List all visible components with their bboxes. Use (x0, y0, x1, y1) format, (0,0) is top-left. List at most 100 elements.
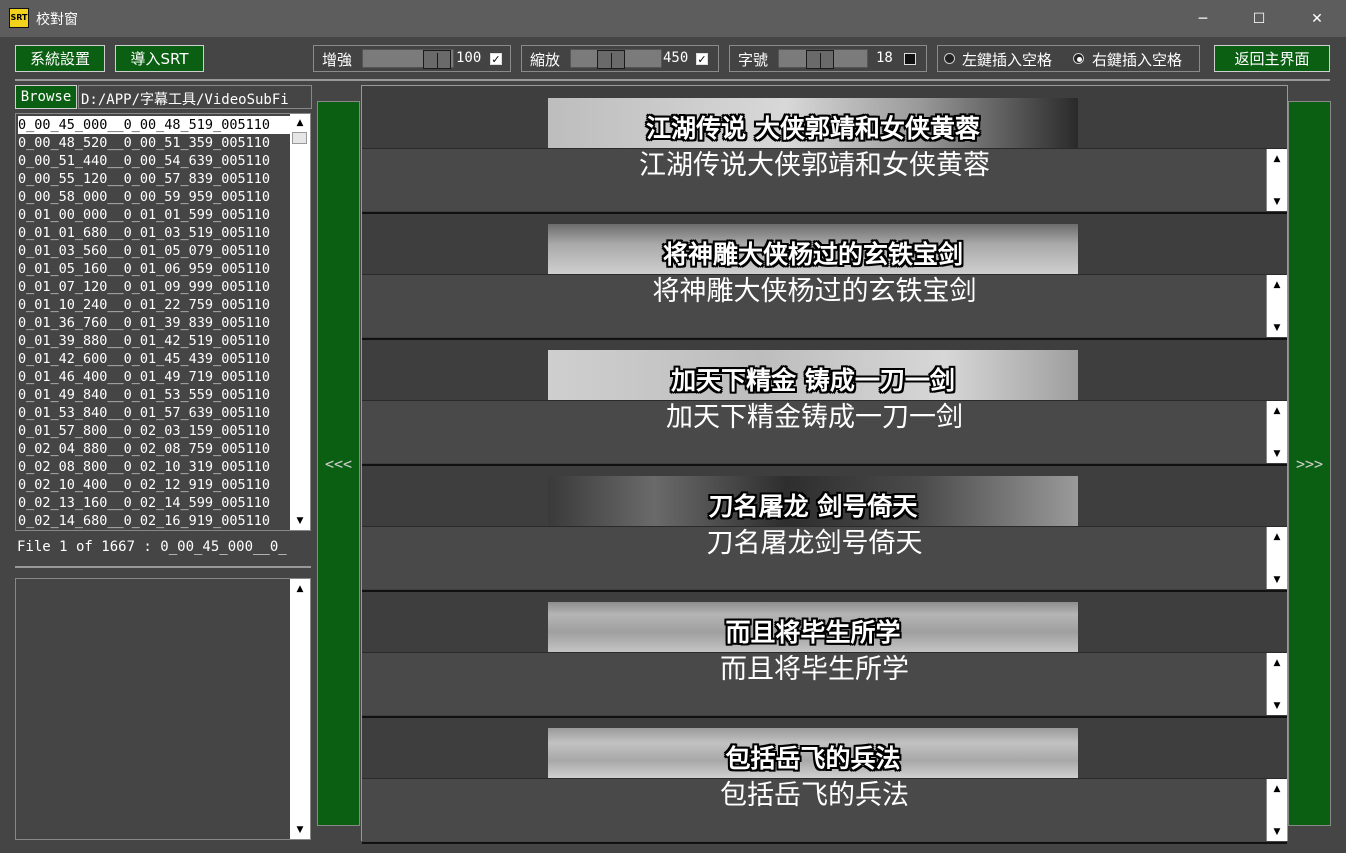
subtitle-text-input[interactable]: 江湖传说大侠郭靖和女侠黄蓉 ▲ ▼ (362, 148, 1287, 211)
subtitle-text[interactable]: 江湖传说大侠郭靖和女侠黄蓉 (362, 149, 1267, 183)
scroll-down-icon[interactable]: ▼ (1268, 319, 1286, 336)
font-size-label: 字號 (738, 51, 769, 69)
file-list-item[interactable]: 0_00_55_120__0_00_57_839_005110 (18, 170, 292, 188)
scroll-up-icon[interactable]: ▲ (1268, 654, 1286, 671)
file-list-item[interactable]: 0_01_53_840__0_01_57_639_005110 (18, 404, 292, 422)
scroll-down-icon[interactable]: ▼ (1268, 823, 1286, 840)
subtitle-text[interactable]: 包括岳飞的兵法 (362, 779, 1267, 813)
zoom-slider[interactable] (570, 49, 662, 69)
subtitle-scrollbar[interactable]: ▲ ▼ (1266, 653, 1287, 715)
subtitle-image-text: 将神雕大侠杨过的玄铁宝剑 (662, 240, 963, 269)
subtitle-review-area: 江湖传说 大侠郭靖和女侠黄蓉 江湖传说大侠郭靖和女侠黄蓉 ▲ ▼ 将神雕大侠杨过的玄铁宝… (361, 85, 1288, 844)
subtitle-row: 而且将毕生所学 而且将毕生所学 ▲ ▼ (362, 590, 1287, 718)
file-list-item[interactable]: 0_01_57_800__0_02_03_159_005110 (18, 422, 292, 440)
file-list-item[interactable]: 0_02_08_800__0_02_10_319_005110 (18, 458, 292, 476)
enhance-slider-thumb[interactable] (423, 50, 451, 69)
scroll-up-icon[interactable]: ▲ (1268, 276, 1286, 293)
subtitle-image: 而且将毕生所学 (548, 602, 1078, 652)
zoom-slider-thumb[interactable] (597, 50, 625, 69)
font-size-slider[interactable] (778, 49, 868, 69)
subtitle-scrollbar[interactable]: ▲ ▼ (1266, 275, 1287, 337)
scroll-up-icon[interactable]: ▲ (1268, 150, 1286, 167)
scroll-up-icon[interactable]: ▲ (291, 580, 309, 597)
scroll-down-icon[interactable]: ▼ (291, 821, 309, 838)
zoom-label: 縮放 (530, 51, 561, 69)
file-list-item[interactable]: 0_01_39_880__0_01_42_519_005110 (18, 332, 292, 350)
enhance-slider[interactable] (362, 49, 454, 69)
subtitle-text[interactable]: 加天下精金铸成一刀一剑 (362, 401, 1267, 435)
font-size-slider-thumb[interactable] (806, 50, 834, 69)
radio-left-label[interactable]: 左鍵插入空格 (962, 49, 1052, 70)
file-list-item[interactable]: 0_00_48_520__0_00_51_359_005110 (18, 134, 292, 152)
scroll-up-icon[interactable]: ▲ (1268, 402, 1286, 419)
file-list-item[interactable]: 0_01_00_000__0_01_01_599_005110 (18, 206, 292, 224)
enhance-value: 100 (456, 50, 482, 66)
path-field[interactable]: D:/APP/字幕工具/VideoSubFi (78, 85, 312, 109)
subtitle-text-input[interactable]: 包括岳飞的兵法 ▲ ▼ (362, 778, 1287, 841)
scroll-up-icon[interactable]: ▲ (291, 114, 309, 131)
enhance-checkbox[interactable]: ✓ (490, 53, 502, 65)
file-list-item[interactable]: 0_01_01_680__0_01_03_519_005110 (18, 224, 292, 242)
file-list-item[interactable]: 0_01_36_760__0_01_39_839_005110 (18, 314, 292, 332)
subtitle-scrollbar[interactable]: ▲ ▼ (1266, 527, 1287, 589)
close-button[interactable]: ✕ (1289, 0, 1345, 37)
subtitle-text-input[interactable]: 刀名屠龙剑号倚天 ▲ ▼ (362, 526, 1287, 589)
subtitle-scrollbar[interactable]: ▲ ▼ (1266, 149, 1287, 211)
app-icon: SRT (9, 8, 29, 28)
subtitle-image: 将神雕大侠杨过的玄铁宝剑 (548, 224, 1078, 274)
subtitle-image-text: 包括岳飞的兵法 (725, 744, 901, 773)
file-list-item[interactable]: 0_01_49_840__0_01_53_559_005110 (18, 386, 292, 404)
scroll-down-icon[interactable]: ▼ (291, 512, 309, 529)
font-size-checkbox[interactable] (904, 53, 916, 65)
file-list-item[interactable]: 0_00_45_000__0_00_48_519_005110 (18, 116, 292, 134)
file-list-item[interactable]: 0_02_14_680__0_02_16_919_005110 (18, 512, 292, 530)
return-main-button[interactable]: 返回主界面 (1214, 45, 1330, 72)
file-list[interactable]: 0_00_45_000__0_00_48_519_005110 0_00_48_5… (15, 113, 311, 531)
file-list-item[interactable]: 0_02_10_400__0_02_12_919_005110 (18, 476, 292, 494)
file-list-item[interactable]: 0_02_13_160__0_02_14_599_005110 (18, 494, 292, 512)
file-list-scrollbar[interactable]: ▲ ▼ (290, 114, 310, 530)
subtitle-text[interactable]: 将神雕大侠杨过的玄铁宝剑 (362, 275, 1267, 309)
file-list-item[interactable]: 0_01_05_160__0_01_06_959_005110 (18, 260, 292, 278)
scroll-down-icon[interactable]: ▼ (1268, 193, 1286, 210)
zoom-checkbox[interactable]: ✓ (696, 53, 708, 65)
maximize-button[interactable]: ☐ (1231, 0, 1287, 37)
subtitle-scrollbar[interactable]: ▲ ▼ (1266, 401, 1287, 463)
file-list-item[interactable]: 0_01_07_120__0_01_09_999_005110 (18, 278, 292, 296)
scroll-down-icon[interactable]: ▼ (1268, 445, 1286, 462)
file-list-item[interactable]: 0_00_58_000__0_00_59_959_005110 (18, 188, 292, 206)
scroll-down-icon[interactable]: ▼ (1268, 571, 1286, 588)
subtitle-image-text: 而且将毕生所学 (725, 618, 901, 647)
subtitle-text-input[interactable]: 而且将毕生所学 ▲ ▼ (362, 652, 1287, 715)
minimize-button[interactable]: ─ (1175, 0, 1231, 37)
subtitle-text-input[interactable]: 加天下精金铸成一刀一剑 ▲ ▼ (362, 400, 1287, 463)
subtitle-image-text: 刀名屠龙 剑号倚天 (708, 492, 918, 521)
scroll-up-icon[interactable]: ▲ (1268, 528, 1286, 545)
note-scrollbar[interactable]: ▲ ▼ (290, 579, 310, 839)
file-list-item[interactable]: 0_01_03_560__0_01_05_079_005110 (18, 242, 292, 260)
subtitle-row: 刀名屠龙 剑号倚天 刀名屠龙剑号倚天 ▲ ▼ (362, 464, 1287, 592)
next-page-button[interactable]: >>> (1288, 101, 1331, 826)
subtitle-text-input[interactable]: 将神雕大侠杨过的玄铁宝剑 ▲ ▼ (362, 274, 1287, 337)
scroll-down-icon[interactable]: ▼ (1268, 697, 1286, 714)
subtitle-scrollbar[interactable]: ▲ ▼ (1266, 779, 1287, 841)
import-srt-button[interactable]: 導入SRT (115, 45, 204, 72)
scroll-thumb[interactable] (292, 132, 307, 144)
browse-button[interactable]: Browse (15, 85, 77, 109)
radio-right-click[interactable] (1073, 53, 1084, 64)
subtitle-text[interactable]: 刀名屠龙剑号倚天 (362, 527, 1267, 561)
file-list-item[interactable]: 0_01_42_600__0_01_45_439_005110 (18, 350, 292, 368)
file-list-item[interactable]: 0_01_10_240__0_01_22_759_005110 (18, 296, 292, 314)
radio-left-click[interactable] (944, 53, 955, 64)
font-size-control: 字號 18 (729, 45, 927, 72)
file-list-item[interactable]: 0_01_46_400__0_01_49_719_005110 (18, 368, 292, 386)
file-list-item[interactable]: 0_02_04_880__0_02_08_759_005110 (18, 440, 292, 458)
system-settings-button[interactable]: 系統設置 (15, 45, 105, 72)
note-textarea[interactable]: ▲ ▼ (15, 578, 311, 840)
left-divider (15, 566, 311, 568)
file-list-item[interactable]: 0_00_51_440__0_00_54_639_005110 (18, 152, 292, 170)
prev-page-button[interactable]: <<< (317, 101, 360, 826)
scroll-up-icon[interactable]: ▲ (1268, 780, 1286, 797)
subtitle-text[interactable]: 而且将毕生所学 (362, 653, 1267, 687)
radio-right-label[interactable]: 右鍵插入空格 (1092, 49, 1182, 70)
